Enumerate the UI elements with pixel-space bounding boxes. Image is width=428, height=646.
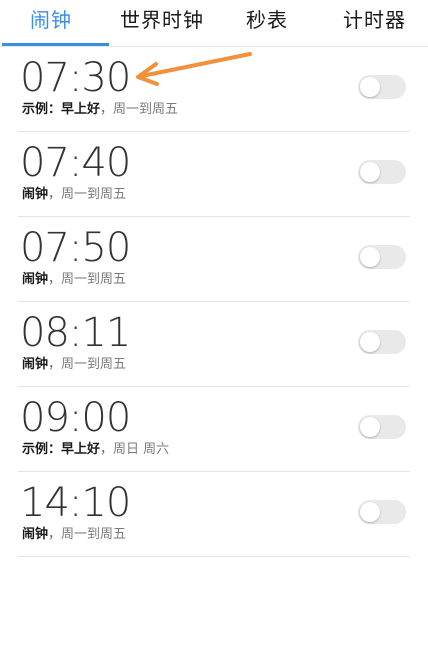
alarm-label: 闹钟 bbox=[22, 357, 49, 372]
alarm-label: 示例：早上好 bbox=[22, 102, 101, 117]
tab-world-clock[interactable]: 世界时钟 bbox=[120, 6, 204, 34]
alarm-toggle[interactable] bbox=[358, 75, 406, 99]
alarm-time: 07:40 bbox=[20, 140, 131, 186]
alarm-details: 闹钟，周一到周五 bbox=[22, 356, 126, 374]
alarm-label: 闹钟 bbox=[22, 187, 49, 202]
toggle-knob bbox=[360, 332, 380, 352]
alarm-toggle[interactable] bbox=[358, 245, 406, 269]
alarm-label: 闹钟 bbox=[22, 527, 49, 542]
alarm-time: 09:00 bbox=[20, 395, 131, 441]
alarm-repeat: 周一到周五 bbox=[61, 357, 127, 372]
alarm-separator: ， bbox=[100, 102, 114, 117]
tab-timer[interactable]: 计时器 bbox=[343, 6, 406, 34]
alarm-row[interactable]: 08:11 闹钟，周一到周五 bbox=[0, 302, 428, 387]
toggle-knob bbox=[360, 247, 380, 267]
alarm-row[interactable]: 09:00 示例：早上好，周日 周六 bbox=[0, 387, 428, 472]
alarm-toggle[interactable] bbox=[358, 415, 406, 439]
divider bbox=[18, 556, 410, 557]
alarm-time: 07:30 bbox=[20, 55, 131, 101]
alarm-separator: ， bbox=[48, 187, 62, 202]
alarm-repeat: 周一到周五 bbox=[61, 527, 127, 542]
alarm-details: 闹钟，周一到周五 bbox=[22, 271, 126, 289]
alarm-repeat: 周一到周五 bbox=[113, 102, 179, 117]
active-tab-indicator bbox=[2, 43, 109, 46]
alarm-label: 示例：早上好 bbox=[22, 442, 101, 457]
toggle-knob bbox=[360, 162, 380, 182]
alarm-repeat: 周一到周五 bbox=[61, 187, 127, 202]
alarm-time: 07:50 bbox=[20, 225, 131, 271]
alarm-details: 闹钟，周一到周五 bbox=[22, 526, 126, 544]
alarm-separator: ， bbox=[48, 272, 62, 287]
alarm-row[interactable]: 07:40 闹钟，周一到周五 bbox=[0, 132, 428, 217]
alarm-time: 08:11 bbox=[20, 310, 131, 356]
alarm-separator: ， bbox=[48, 527, 62, 542]
alarm-time: 14:10 bbox=[20, 480, 131, 526]
alarm-toggle[interactable] bbox=[358, 330, 406, 354]
toggle-knob bbox=[360, 502, 380, 522]
alarm-toggle[interactable] bbox=[358, 160, 406, 184]
alarm-details: 示例：早上好，周一到周五 bbox=[22, 101, 178, 119]
alarm-repeat: 周一到周五 bbox=[61, 272, 127, 287]
alarm-row[interactable]: 07:30 示例：早上好，周一到周五 bbox=[0, 47, 428, 132]
tab-stopwatch[interactable]: 秒表 bbox=[246, 6, 288, 34]
alarm-separator: ， bbox=[100, 442, 114, 457]
toggle-knob bbox=[360, 417, 380, 437]
alarm-row[interactable]: 07:50 闹钟，周一到周五 bbox=[0, 217, 428, 302]
alarm-details: 示例：早上好，周日 周六 bbox=[22, 441, 169, 459]
tab-alarm[interactable]: 闹钟 bbox=[30, 6, 72, 34]
alarm-details: 闹钟，周一到周五 bbox=[22, 186, 126, 204]
alarm-toggle[interactable] bbox=[358, 500, 406, 524]
tab-bar: 闹钟 世界时钟 秒表 计时器 bbox=[0, 0, 428, 47]
alarm-repeat: 周日 周六 bbox=[113, 442, 170, 457]
alarm-row[interactable]: 14:10 闹钟，周一到周五 bbox=[0, 472, 428, 557]
alarm-separator: ， bbox=[48, 357, 62, 372]
alarm-label: 闹钟 bbox=[22, 272, 49, 287]
toggle-knob bbox=[360, 77, 380, 97]
alarm-list: 07:30 示例：早上好，周一到周五 07:40 闹钟，周一到周五 07:50 … bbox=[0, 47, 428, 557]
